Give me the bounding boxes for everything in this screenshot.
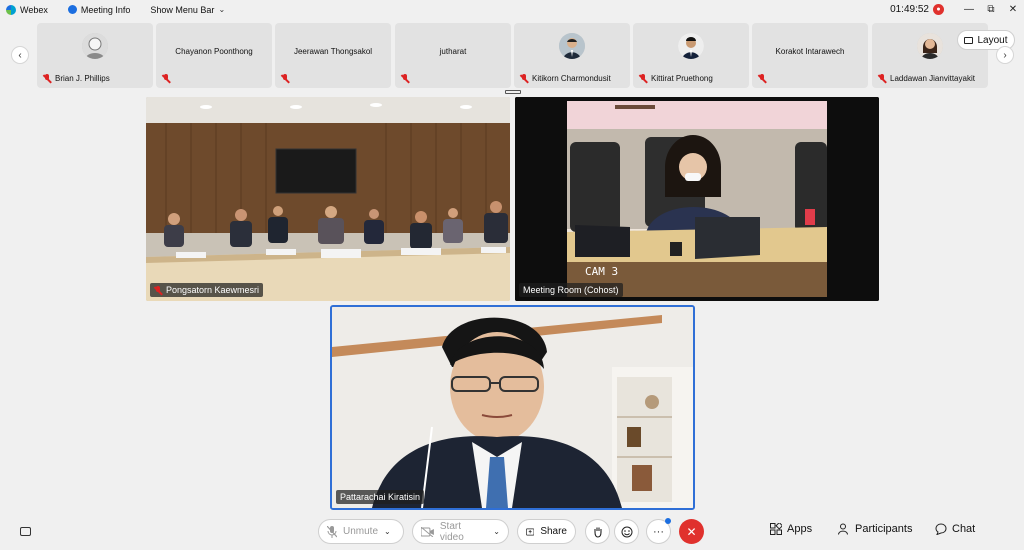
participant-name: Kitikorn Charmondusit [532,74,611,83]
raise-hand-button[interactable] [585,519,610,544]
video-name-tag: Pongsatorn Kaewmesri [150,283,264,297]
chevron-down-icon: ⌄ [218,5,226,14]
leave-meeting-button[interactable]: ✕ [679,519,704,544]
participant-thumb[interactable]: Brian J. Phillips [37,23,153,88]
resize-handle[interactable] [505,90,521,94]
meeting-room-video: CAM 3 [515,97,879,301]
video-off-icon [421,526,434,537]
participants-button[interactable]: Participants [838,523,912,535]
participant-name: Meeting Room (Cohost) [523,285,619,295]
mic-muted-icon [520,74,528,83]
webex-menu[interactable]: Webex [6,4,48,15]
chat-icon [935,523,947,535]
info-icon [67,5,77,14]
video-tile[interactable]: CAM 3 Meeting Room (Cohost) [515,97,879,301]
captions-icon[interactable] [20,527,31,536]
participant-name: Pongsatorn Kaewmesri [166,285,260,295]
show-menu-bar-button[interactable]: Show Menu Bar ⌄ [150,5,225,15]
show-menu-bar-label: Show Menu Bar [150,4,215,15]
webex-logo-icon [6,4,16,15]
layout-label: Layout [977,34,1008,46]
meeting-info-label: Meeting Info [80,4,131,15]
avatar [82,33,108,59]
avatar [559,33,585,59]
layout-icon [964,36,974,44]
mic-muted-icon [43,74,51,83]
app-name: Webex [20,4,48,15]
unmute-button[interactable]: Unmute ⌄ [318,519,404,544]
notification-dot [665,518,671,524]
start-video-label: Start video [439,520,464,543]
share-button[interactable]: Share [517,519,576,544]
apps-label: Apps [787,523,813,535]
participant-name: jutharat [439,47,467,56]
mic-muted-icon [162,74,170,83]
start-video-button[interactable]: Start video ⌄ [412,519,509,544]
participant-thumb[interactable]: Kittirat Pruethong [633,23,749,88]
smiley-icon [621,526,632,537]
avatar [917,33,943,59]
mic-muted-icon [281,74,289,83]
participant-name: Pattarachai Kiratisin [340,492,421,502]
reactions-button[interactable] [614,519,639,544]
participant-name: Laddawan Jianvittayakit [890,74,975,83]
conference-room-video [146,97,510,301]
participant-thumb[interactable]: Chayanon Poonthong [156,23,272,88]
recording-indicator-icon: ● [933,4,944,15]
participant-name: Chayanon Poonthong [175,47,253,56]
participant-thumb[interactable]: jutharat [395,23,511,88]
filmstrip-prev-button[interactable]: ‹ [11,46,29,64]
chat-label: Chat [952,523,976,535]
participant-thumb[interactable]: Jeerawan Thongsakol [275,23,391,88]
mic-muted-icon [758,74,766,83]
filmstrip-next-button[interactable]: › [996,46,1014,64]
participant-thumb[interactable]: Kitikorn Charmondusit [514,23,630,88]
participants-label: Participants [855,523,913,535]
mic-muted-icon [878,74,886,83]
hand-icon [593,527,602,538]
video-name-tag: Pattarachai Kiratisin [336,490,425,504]
mic-off-icon [327,525,337,538]
participant-name: Brian J. Phillips [55,74,110,83]
meeting-info-button[interactable]: Meeting Info [67,4,131,15]
participant-name: Kittirat Pruethong [651,74,713,83]
apps-button[interactable]: Apps [770,523,812,535]
participant-name: Jeerawan Thongsakol [293,47,373,56]
mic-muted-icon [639,74,647,83]
meeting-timer: 01:49:52 [890,4,929,15]
close-button[interactable]: ✕ [1002,4,1024,15]
minimize-button[interactable]: — [958,4,980,15]
video-name-tag: Meeting Room (Cohost) [519,283,623,297]
active-speaker-video-tile[interactable]: Pattarachai Kiratisin [330,305,695,510]
mic-muted-icon [401,74,409,83]
chevron-down-icon[interactable]: ⌄ [493,527,500,536]
avatar [678,33,704,59]
cam-label: CAM 3 [585,265,618,278]
unmute-label: Unmute [343,526,379,537]
title-bar: Webex Meeting Info Show Menu Bar ⌄ 01:49… [0,0,1024,19]
chat-button[interactable]: Chat [935,523,975,535]
speaker-video [332,307,693,508]
video-tile[interactable]: Pongsatorn Kaewmesri [146,97,510,301]
share-label: Share [540,526,567,537]
participants-icon [838,523,848,535]
chevron-down-icon[interactable]: ⌄ [384,527,391,536]
mic-muted-icon [154,285,162,295]
share-icon [526,528,535,535]
apps-icon [770,523,782,535]
restore-button[interactable]: ⧉ [980,4,1002,15]
participant-name: Korakot Intarawech [775,47,845,56]
participant-thumb[interactable]: Korakot Intarawech [752,23,868,88]
